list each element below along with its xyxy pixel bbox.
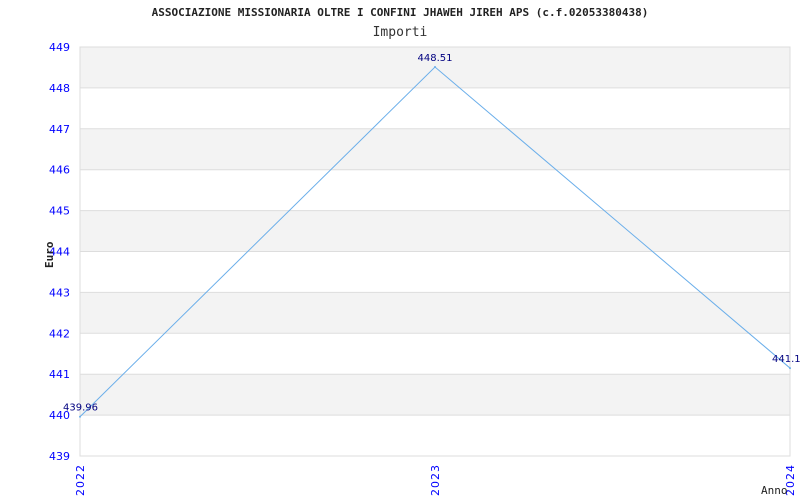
y-tick-label: 441 [49, 368, 70, 381]
y-tick-label: 446 [49, 164, 70, 177]
grid-band [80, 210, 790, 252]
y-tick-label: 445 [49, 205, 70, 218]
grid-band [80, 87, 790, 129]
y-tick-label: 447 [49, 123, 70, 136]
data-point [789, 367, 791, 370]
data-label: 439.96 [63, 403, 98, 414]
x-tick-label: 2023 [429, 464, 442, 496]
x-tick-label: 2022 [74, 464, 87, 496]
y-tick-label: 443 [49, 286, 70, 299]
data-label: 448.51 [418, 53, 453, 64]
y-axis-label: Euro [43, 241, 56, 268]
y-tick-label: 439 [49, 450, 70, 463]
grid-band [80, 292, 790, 334]
line-chart: 4394404414424434444454464474484492022 202… [43, 41, 800, 497]
y-tick-label: 442 [49, 327, 70, 340]
y-tick-label: 449 [49, 41, 70, 54]
grid-band [80, 169, 790, 211]
grid-band [80, 128, 790, 170]
grid-band [80, 374, 790, 416]
x-axis-label: Anno [761, 484, 788, 497]
y-tick-label: 448 [49, 82, 70, 95]
data-point [434, 66, 436, 69]
data-label: 441.15 [772, 354, 800, 365]
data-point [79, 415, 81, 418]
grid-band [80, 333, 790, 375]
grid-band [80, 251, 790, 293]
grid-band [80, 415, 790, 456]
